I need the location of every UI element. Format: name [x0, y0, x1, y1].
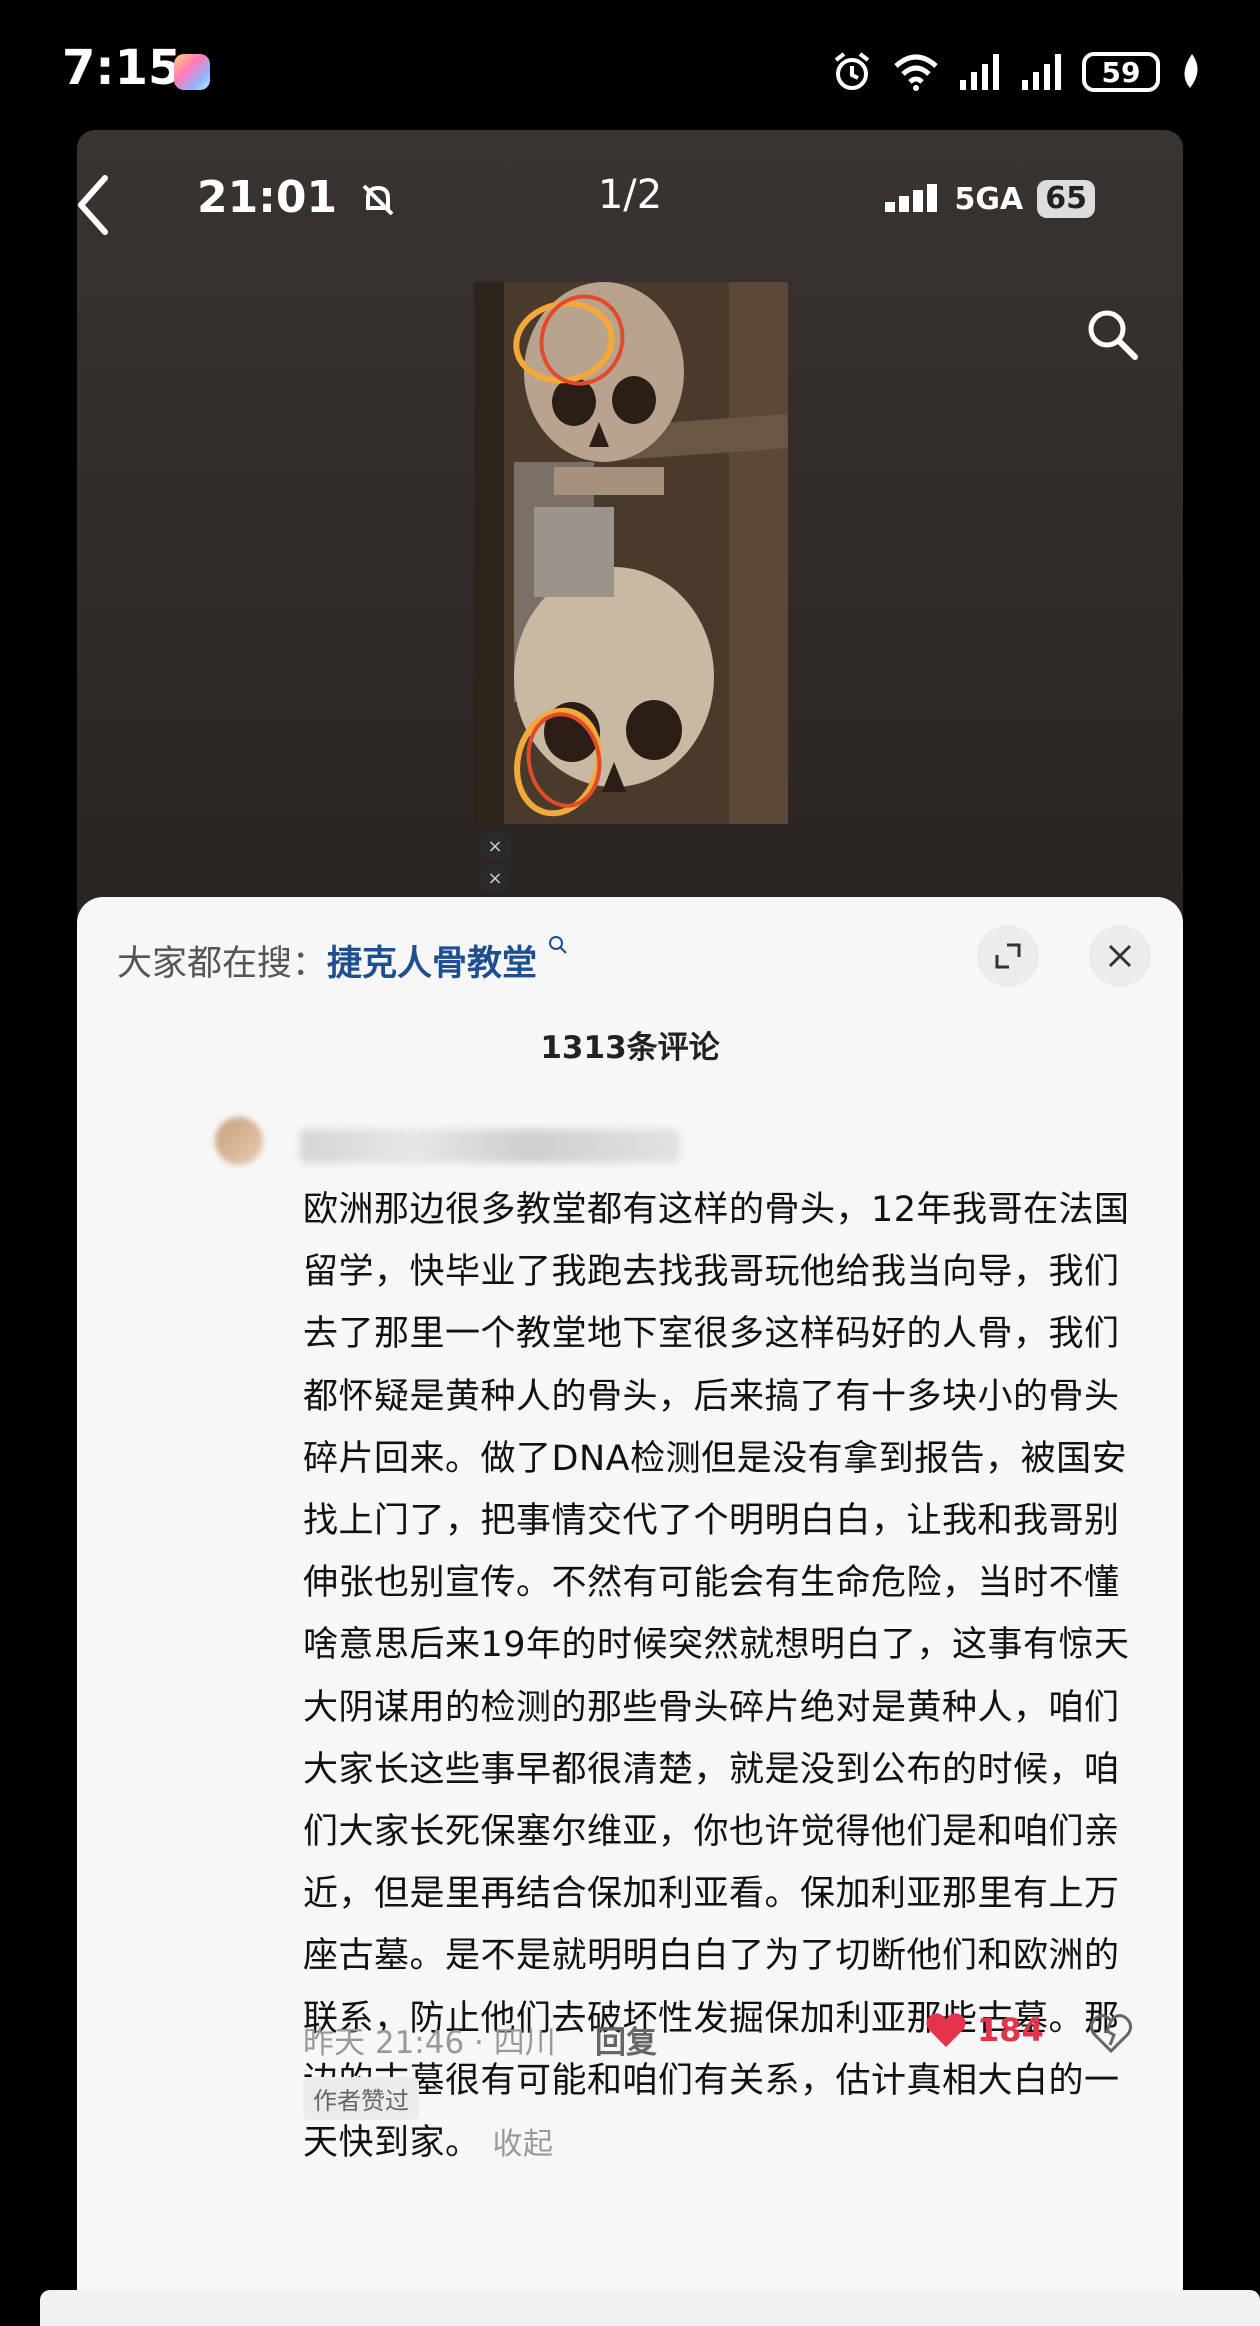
- status-time: 7:15: [62, 40, 182, 96]
- trending-search[interactable]: 大家都在搜：捷克人骨教堂: [117, 935, 568, 986]
- signal-dots-icon: [884, 184, 937, 212]
- close-button[interactable]: [1089, 925, 1151, 987]
- expand-button[interactable]: [977, 925, 1039, 987]
- outer-status-bar: 7:15 59: [0, 0, 1260, 130]
- leaf-icon: [1184, 54, 1198, 88]
- inner-status-icons: 5GA 65: [884, 180, 1095, 218]
- trending-search-term[interactable]: 捷克人骨教堂: [327, 944, 537, 984]
- heart-icon: [926, 2013, 966, 2047]
- signal-icon-2: [1022, 54, 1061, 90]
- app-notification-icon: [174, 54, 210, 90]
- comment-sheet: 大家都在搜：捷克人骨教堂 1313条评论 欧洲那边很多教堂都有这样的骨头，12年…: [77, 897, 1183, 2326]
- close-icon: [1108, 944, 1132, 968]
- username-blurred[interactable]: [300, 1129, 680, 1163]
- search-icon[interactable]: [1083, 305, 1143, 365]
- image-tag-close[interactable]: ×: [480, 834, 510, 860]
- image-viewer: 21:01 1/2 5GA 65 × × 大家都在搜：捷克人骨教堂 1313条评…: [77, 130, 1183, 2326]
- skull-photo[interactable]: [474, 282, 788, 824]
- inner-battery: 65: [1037, 180, 1095, 218]
- status-icons: 59: [830, 48, 1204, 96]
- image-tag-close-2[interactable]: ×: [480, 866, 510, 892]
- wifi-icon: [894, 54, 938, 91]
- comment-meta: 昨天 21:46 · 四川: [303, 2025, 556, 2061]
- alarm-icon: [834, 52, 870, 90]
- expand-icon: [995, 943, 1021, 969]
- search-small-icon: [549, 936, 567, 954]
- network-type: 5GA: [954, 181, 1024, 217]
- avatar[interactable]: [215, 1117, 263, 1165]
- like-button[interactable]: 184: [925, 2011, 1044, 2049]
- signal-icon: [960, 54, 999, 90]
- reply-button[interactable]: 回复: [595, 2017, 657, 2062]
- like-count: 184: [977, 2011, 1044, 2049]
- collapse-link[interactable]: 收起: [493, 2127, 554, 2162]
- broken-heart-icon[interactable]: [1089, 2011, 1133, 2055]
- battery-indicator: 59: [1082, 52, 1160, 92]
- author-liked-badge: 作者赞过: [303, 2077, 419, 2120]
- comment-count: 1313条评论: [540, 1030, 720, 1066]
- bottom-sheet-peek: [40, 2290, 1260, 2326]
